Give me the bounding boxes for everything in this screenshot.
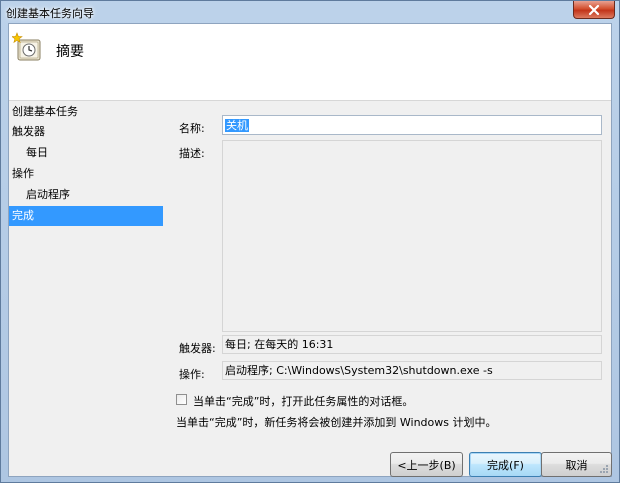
trigger-value: 每日; 在每天的 16:31 xyxy=(222,335,602,354)
name-label: 名称: xyxy=(179,122,205,135)
nav-item-start-program[interactable]: 启动程序 xyxy=(9,185,163,205)
open-properties-checkbox[interactable] xyxy=(176,394,187,405)
finish-button[interactable]: 完成(F) xyxy=(469,452,542,477)
title-bar[interactable]: 创建基本任务向导 xyxy=(1,1,619,23)
wizard-client-area: 摘要 创建基本任务 触发器 每日 操作 启动程序 完成 名称: 关机 描述: 触… xyxy=(8,23,612,477)
description-label: 描述: xyxy=(179,147,205,160)
wizard-step-list: 创建基本任务 触发器 每日 操作 启动程序 完成 xyxy=(9,102,163,402)
wizard-window: 创建基本任务向导 摘要 创建基本任务 触发器 每日 操作 启动程序 完成 名称:… xyxy=(0,0,620,483)
name-input-value: 关机 xyxy=(225,119,249,132)
task-scheduler-clock-icon xyxy=(12,32,41,61)
nav-item-finish[interactable]: 完成 xyxy=(9,206,163,226)
action-label: 操作: xyxy=(179,368,205,381)
page-title: 摘要 xyxy=(56,44,84,60)
trigger-label: 触发器: xyxy=(179,342,216,355)
nav-item-daily[interactable]: 每日 xyxy=(9,143,163,163)
action-value: 启动程序; C:\Windows\System32\shutdown.exe -… xyxy=(222,361,602,380)
back-button[interactable]: <上一步(B) xyxy=(390,452,463,477)
close-icon xyxy=(588,4,600,15)
close-button[interactable] xyxy=(573,1,615,19)
window-title: 创建基本任务向导 xyxy=(6,7,94,20)
description-box[interactable] xyxy=(222,140,602,332)
open-properties-checkbox-label[interactable]: 当单击“完成”时，打开此任务属性的对话框。 xyxy=(193,393,413,409)
info-text: 当单击“完成”时，新任务将会被创建并添加到 Windows 计划中。 xyxy=(176,416,497,429)
wizard-header: 摘要 xyxy=(9,24,611,101)
nav-item-create-basic-task[interactable]: 创建基本任务 xyxy=(9,102,163,122)
nav-item-trigger[interactable]: 触发器 xyxy=(9,122,163,142)
resize-grip-icon[interactable] xyxy=(599,464,609,474)
name-input[interactable]: 关机 xyxy=(222,115,602,135)
nav-item-action[interactable]: 操作 xyxy=(9,164,163,184)
